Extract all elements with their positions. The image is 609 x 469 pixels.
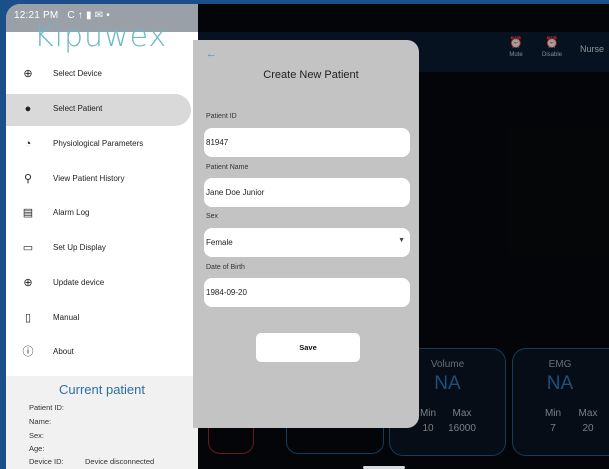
patient-id-value: 81947 bbox=[206, 138, 229, 147]
current-patient-title: Current patient bbox=[59, 382, 145, 397]
navigation-drawer: 12:21 PM C ↑ ▮ ✉ • Kipuwex ⊕ Select Devi… bbox=[6, 4, 198, 469]
current-patient-card: Current patient Patient ID: Name: Sex: A… bbox=[6, 376, 198, 469]
dob-label: Date of Birth bbox=[206, 264, 245, 271]
create-patient-dialog: ← Create New Patient Patient ID 81947 Pa… bbox=[193, 40, 419, 428]
sex-label: Sex: bbox=[29, 431, 45, 440]
history-search-icon: ⚲ bbox=[23, 173, 33, 185]
gauge-icon: ◔ bbox=[24, 138, 32, 150]
age-label: Age: bbox=[29, 444, 45, 453]
patient-name-label: Patient Name bbox=[206, 164, 249, 171]
add-circle-icon: ⊕ bbox=[23, 277, 33, 289]
nav-manual[interactable]: ▯ Manual bbox=[6, 303, 198, 335]
device-status: Device disconnected bbox=[85, 457, 155, 466]
dob-field[interactable]: 1984-09-20 bbox=[204, 278, 410, 307]
nav-select-device[interactable]: ⊕ Select Device bbox=[6, 59, 198, 91]
nav-label: Physiological Parameters bbox=[53, 139, 144, 148]
nav-view-patient-history[interactable]: ⚲ View Patient History bbox=[6, 164, 198, 196]
back-arrow-icon[interactable]: ← bbox=[206, 48, 217, 60]
dropdown-caret-icon: ▼ bbox=[398, 237, 405, 244]
patient-id-label: Patient ID: bbox=[29, 403, 65, 412]
log-icon: ▤ bbox=[22, 207, 34, 219]
patient-icon: ● bbox=[24, 103, 32, 115]
info-icon: ⓘ bbox=[22, 346, 34, 358]
display-icon: ▭ bbox=[22, 242, 34, 254]
patient-id-label: Patient ID bbox=[206, 113, 237, 120]
add-circle-icon: ⊕ bbox=[23, 68, 33, 80]
name-label: Name: bbox=[29, 417, 52, 426]
patient-id-field[interactable]: 81947 bbox=[204, 128, 410, 157]
patient-name-value: Jane Doe Junior bbox=[206, 188, 265, 197]
nav-set-up-display[interactable]: ▭ Set Up Display bbox=[6, 233, 198, 265]
nav-label: View Patient History bbox=[53, 174, 125, 183]
dialog-title: Create New Patient bbox=[263, 69, 359, 81]
nav-about[interactable]: ⓘ About bbox=[6, 337, 198, 369]
nav-label: About bbox=[53, 347, 74, 356]
nav-label: Select Patient bbox=[53, 104, 103, 113]
nav-label: Set Up Display bbox=[53, 243, 106, 252]
nav-update-device[interactable]: ⊕ Update device bbox=[6, 268, 198, 300]
sex-value: Female bbox=[206, 238, 233, 247]
book-icon: ▯ bbox=[24, 312, 32, 324]
nav-label: Update device bbox=[53, 278, 105, 287]
nav-label: Select Device bbox=[53, 69, 102, 78]
nav-label: Manual bbox=[53, 313, 80, 322]
sex-select[interactable]: Female ▼ bbox=[204, 228, 410, 257]
kipuwex-logo: Kipuwex bbox=[34, 19, 168, 54]
sex-label: Sex bbox=[206, 213, 219, 220]
patient-name-field[interactable]: Jane Doe Junior bbox=[204, 178, 410, 207]
dob-value: 1984-09-20 bbox=[206, 288, 247, 297]
nav-physiological-parameters[interactable]: ◔ Physiological Parameters bbox=[6, 129, 198, 161]
save-button[interactable]: Save bbox=[256, 333, 360, 362]
nav-label: Alarm Log bbox=[53, 208, 90, 217]
nav-alarm-log[interactable]: ▤ Alarm Log bbox=[6, 198, 198, 230]
device-id-label: Device ID: bbox=[29, 457, 64, 466]
nav-select-patient[interactable]: ● Select Patient bbox=[6, 94, 191, 126]
